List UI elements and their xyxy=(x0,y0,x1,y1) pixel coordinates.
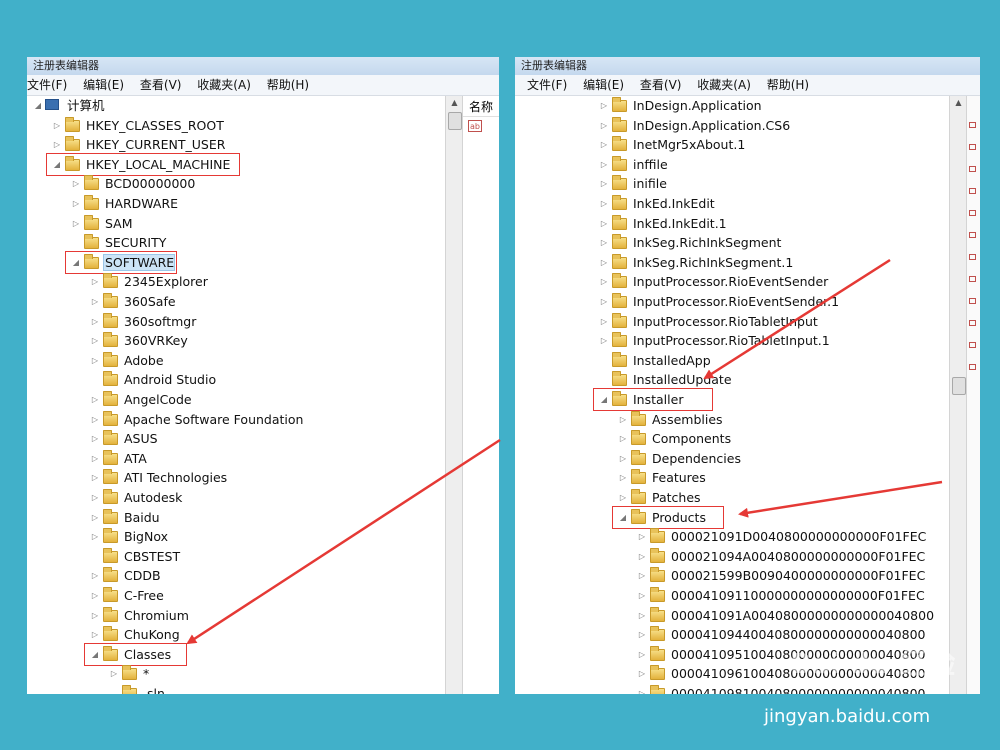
arrow-to-products xyxy=(738,480,943,518)
faint-watermark: Bai du 经验 xyxy=(790,647,956,680)
site-watermark: jingyan.baidu.com xyxy=(764,706,931,727)
arrow-to-installer xyxy=(703,258,891,380)
annotation-arrows xyxy=(186,258,943,645)
arrow-to-classes xyxy=(186,438,501,645)
